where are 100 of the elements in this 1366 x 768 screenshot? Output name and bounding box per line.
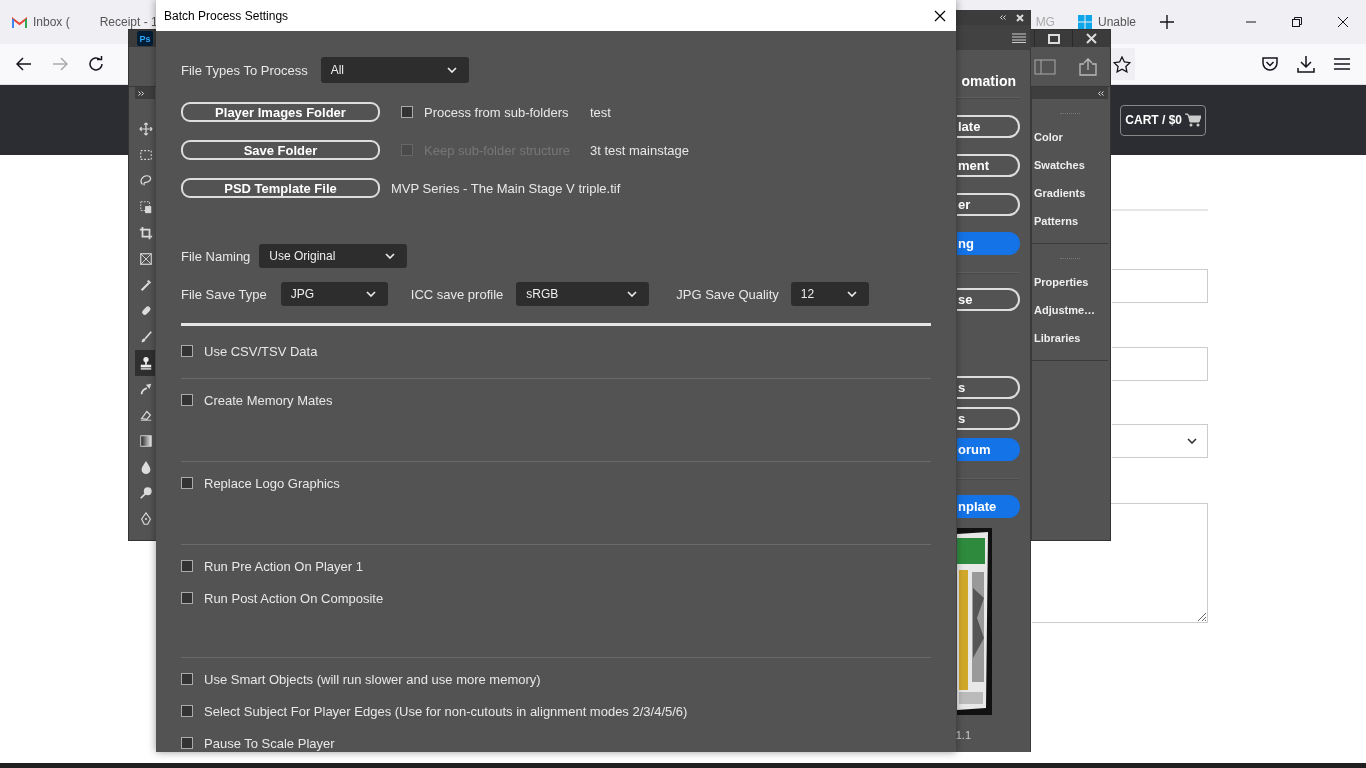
eyedropper-tool-icon[interactable]	[139, 278, 153, 292]
checkbox[interactable]	[181, 673, 193, 685]
expand-toolbar-button[interactable]	[135, 87, 155, 99]
pen-tool-icon[interactable]	[139, 512, 153, 526]
panel-tab[interactable]: Adjustme…	[1032, 296, 1108, 324]
checkbox-label: Run Pre Action On Player 1	[204, 558, 363, 574]
reload-icon[interactable]	[88, 56, 104, 72]
version-label: 1.1	[955, 729, 971, 741]
panel-button[interactable]: nplate	[957, 495, 1020, 518]
file-types-dropdown[interactable]: All	[320, 57, 469, 83]
frame-tool-icon[interactable]	[139, 252, 153, 266]
share-icon[interactable]	[1078, 57, 1098, 76]
panel-button[interactable]: er	[957, 193, 1020, 216]
folder-button[interactable]: PSD Template File	[181, 178, 380, 198]
panel-tab[interactable]: Swatches	[1032, 151, 1108, 179]
star-icon[interactable]	[1113, 55, 1131, 73]
stamp-tool-icon[interactable]	[139, 356, 153, 370]
path-value: test	[590, 104, 611, 120]
app-logo: Ps	[137, 31, 153, 46]
double-chevron-icon[interactable]	[999, 15, 1006, 20]
checkbox-label: Replace Logo Graphics	[204, 475, 340, 491]
brush-tool-icon[interactable]	[139, 330, 153, 344]
panel-button[interactable]: s	[957, 407, 1020, 430]
folder-button[interactable]: Save Folder	[181, 140, 380, 160]
path-value: 3t test mainstage	[590, 142, 689, 158]
menu-icon[interactable]	[1334, 58, 1350, 70]
panel-button[interactable]: orum	[957, 438, 1020, 461]
browser-tab[interactable]: Unable	[1077, 15, 1136, 29]
panel-button[interactable]: s	[957, 376, 1020, 399]
resize-grip-icon[interactable]	[1195, 610, 1207, 622]
back-arrow-icon[interactable]	[16, 57, 32, 71]
mail-icon	[12, 16, 27, 28]
dodge-tool-icon[interactable]	[139, 486, 153, 500]
checkbox[interactable]	[181, 560, 193, 572]
chevron-down-icon	[365, 291, 376, 297]
dropdown[interactable]: sRGB	[516, 282, 650, 306]
crop-tool-icon[interactable]	[139, 226, 153, 240]
field-label: File Save Type	[181, 286, 267, 302]
field-label: JPG Save Quality	[676, 286, 779, 302]
checkbox[interactable]	[181, 477, 193, 489]
checkbox-label: Select Subject For Player Edges (Use for non-cutouts in alignment modes 2/3/4/5/6)	[204, 703, 688, 719]
checkbox-label: Pause To Scale Player	[204, 735, 335, 751]
dropdown[interactable]: JPG	[280, 282, 388, 306]
chevron-down-icon	[385, 253, 396, 259]
checkbox[interactable]	[181, 705, 193, 717]
file-naming-dropdown[interactable]: Use Original	[259, 244, 408, 268]
close-icon[interactable]	[1338, 17, 1348, 27]
panel-tab[interactable]: Properties	[1032, 268, 1108, 296]
panel-button[interactable]: ment	[957, 154, 1020, 177]
chevron-down-icon	[446, 67, 457, 73]
cart-button[interactable]: CART / $0	[1120, 104, 1206, 136]
tool-button[interactable]	[135, 350, 155, 376]
browser-tab[interactable]: Inbox (	[12, 15, 70, 29]
cart-icon	[1185, 113, 1201, 127]
folder-button[interactable]: Player Images Folder	[181, 102, 380, 122]
dropdown-field[interactable]	[1112, 424, 1208, 458]
pocket-icon[interactable]	[1261, 56, 1279, 72]
restore-icon[interactable]	[1292, 17, 1302, 27]
checkbox-label: Use CSV/TSV Data	[204, 343, 318, 359]
path-value: MVP Series - The Main Stage V triple.tif	[391, 180, 621, 196]
chevron-down-icon	[627, 291, 638, 297]
field-label: File Types To Process	[181, 62, 308, 78]
plus-icon[interactable]	[1160, 15, 1174, 29]
gradient-tool-icon[interactable]	[139, 434, 153, 448]
download-icon[interactable]	[1297, 55, 1315, 73]
checkbox-label: Create Memory Mates	[204, 392, 333, 408]
panel-button[interactable]: ng	[957, 232, 1020, 255]
eraser-tool-icon[interactable]	[139, 408, 153, 422]
checkbox-label: Use Smart Objects (will run slower and use more memory)	[204, 671, 541, 687]
input-field[interactable]	[1112, 269, 1208, 303]
panel-tab[interactable]: Libraries	[1032, 324, 1108, 352]
checkbox[interactable]	[181, 394, 193, 406]
address-bar[interactable]	[1111, 48, 1135, 80]
double-chevron-icon[interactable]	[138, 90, 145, 96]
select-tool-icon[interactable]	[139, 200, 153, 214]
panel-tab[interactable]: Gradients	[1032, 179, 1108, 207]
checkbox-label: Run Post Action On Composite	[204, 590, 384, 606]
input-field[interactable]	[1112, 347, 1208, 381]
dialog-title: Batch Process Settings	[164, 8, 290, 23]
panel-tab[interactable]: Patterns	[1032, 207, 1108, 235]
checkbox[interactable]	[181, 737, 193, 749]
history-tool-icon[interactable]	[139, 382, 153, 396]
checkbox[interactable]	[181, 345, 193, 357]
field-label: ICC save profile	[410, 286, 504, 302]
panel-button[interactable]: late	[957, 115, 1020, 138]
move-tool-icon[interactable]	[139, 122, 153, 136]
close-icon[interactable]	[934, 9, 946, 22]
windows-icon	[1077, 15, 1092, 29]
checkbox[interactable]	[401, 106, 413, 118]
lasso-tool-icon[interactable]	[139, 174, 153, 188]
marquee-tool-icon[interactable]	[139, 148, 153, 162]
panel-tab[interactable]: Color	[1032, 123, 1108, 151]
panel-button[interactable]: se	[957, 288, 1020, 311]
double-chevron-icon[interactable]	[1097, 90, 1104, 96]
maximize-icon[interactable]	[1047, 33, 1060, 44]
blur-tool-icon[interactable]	[139, 460, 153, 474]
panel-title: omation	[961, 72, 1017, 91]
dropdown[interactable]: 12	[790, 282, 869, 306]
field-label: File Naming	[181, 248, 251, 264]
checkbox[interactable]	[181, 592, 193, 604]
